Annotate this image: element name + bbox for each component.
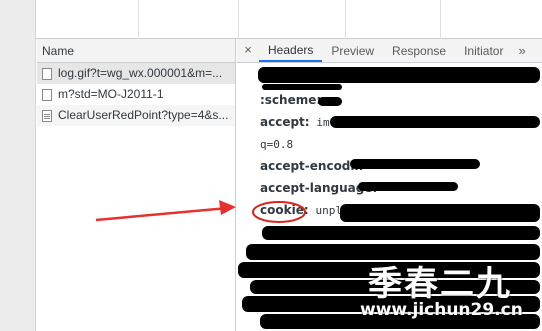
header-value: q=0.8: [260, 138, 294, 151]
details-tabbar: × Headers Preview Response Initiator »: [237, 39, 542, 63]
redaction-mark: [330, 116, 540, 128]
file-icon: [42, 88, 52, 101]
top-toolbar-area: [0, 0, 542, 39]
request-row[interactable]: ClearUserRedPoint?type=4&s...: [37, 105, 235, 126]
divider: [238, 0, 239, 39]
header-name: accept-encodin: [260, 159, 364, 173]
redaction-mark: [340, 204, 540, 222]
close-icon[interactable]: ×: [237, 39, 259, 62]
tab-headers[interactable]: Headers: [259, 39, 323, 62]
redaction-mark: [262, 84, 342, 90]
network-request-list: Name log.gif?t=wg_wx.000001&m=... m?std=…: [37, 39, 236, 331]
request-row[interactable]: m?std=MO-J2011-1: [37, 84, 235, 105]
header-row: q=0.8: [260, 133, 542, 155]
redaction-mark: [350, 159, 480, 169]
more-tabs-icon[interactable]: »: [512, 39, 531, 62]
tab-preview[interactable]: Preview: [322, 39, 383, 62]
file-icon: [42, 67, 52, 80]
tab-initiator[interactable]: Initiator: [455, 39, 512, 62]
header-row: :scheme:: [260, 89, 542, 111]
left-gutter: [0, 0, 36, 331]
request-row[interactable]: log.gif?t=wg_wx.000001&m=...: [37, 63, 235, 84]
watermark-logo-text: 季春二九: [368, 264, 512, 304]
redaction-mark: [262, 226, 540, 240]
header-name: accept:: [260, 115, 310, 129]
header-name: :scheme:: [260, 93, 322, 107]
divider: [138, 0, 139, 39]
redaction-mark: [318, 97, 342, 106]
request-name: ClearUserRedPoint?type=4&s...: [58, 108, 229, 122]
divider: [440, 0, 441, 39]
watermark-url: www.jichun29.cn: [360, 300, 523, 320]
request-name: log.gif?t=wg_wx.000001&m=...: [58, 66, 223, 80]
document-icon: [42, 109, 52, 122]
redaction-mark: [358, 182, 458, 191]
request-name: m?std=MO-J2011-1: [58, 87, 164, 101]
tab-response[interactable]: Response: [383, 39, 455, 62]
name-column-header[interactable]: Name: [37, 39, 235, 63]
divider: [345, 0, 346, 39]
cookie-header-name: cookie:: [260, 203, 309, 217]
redaction-mark: [258, 67, 540, 83]
header-value: im: [316, 116, 330, 129]
